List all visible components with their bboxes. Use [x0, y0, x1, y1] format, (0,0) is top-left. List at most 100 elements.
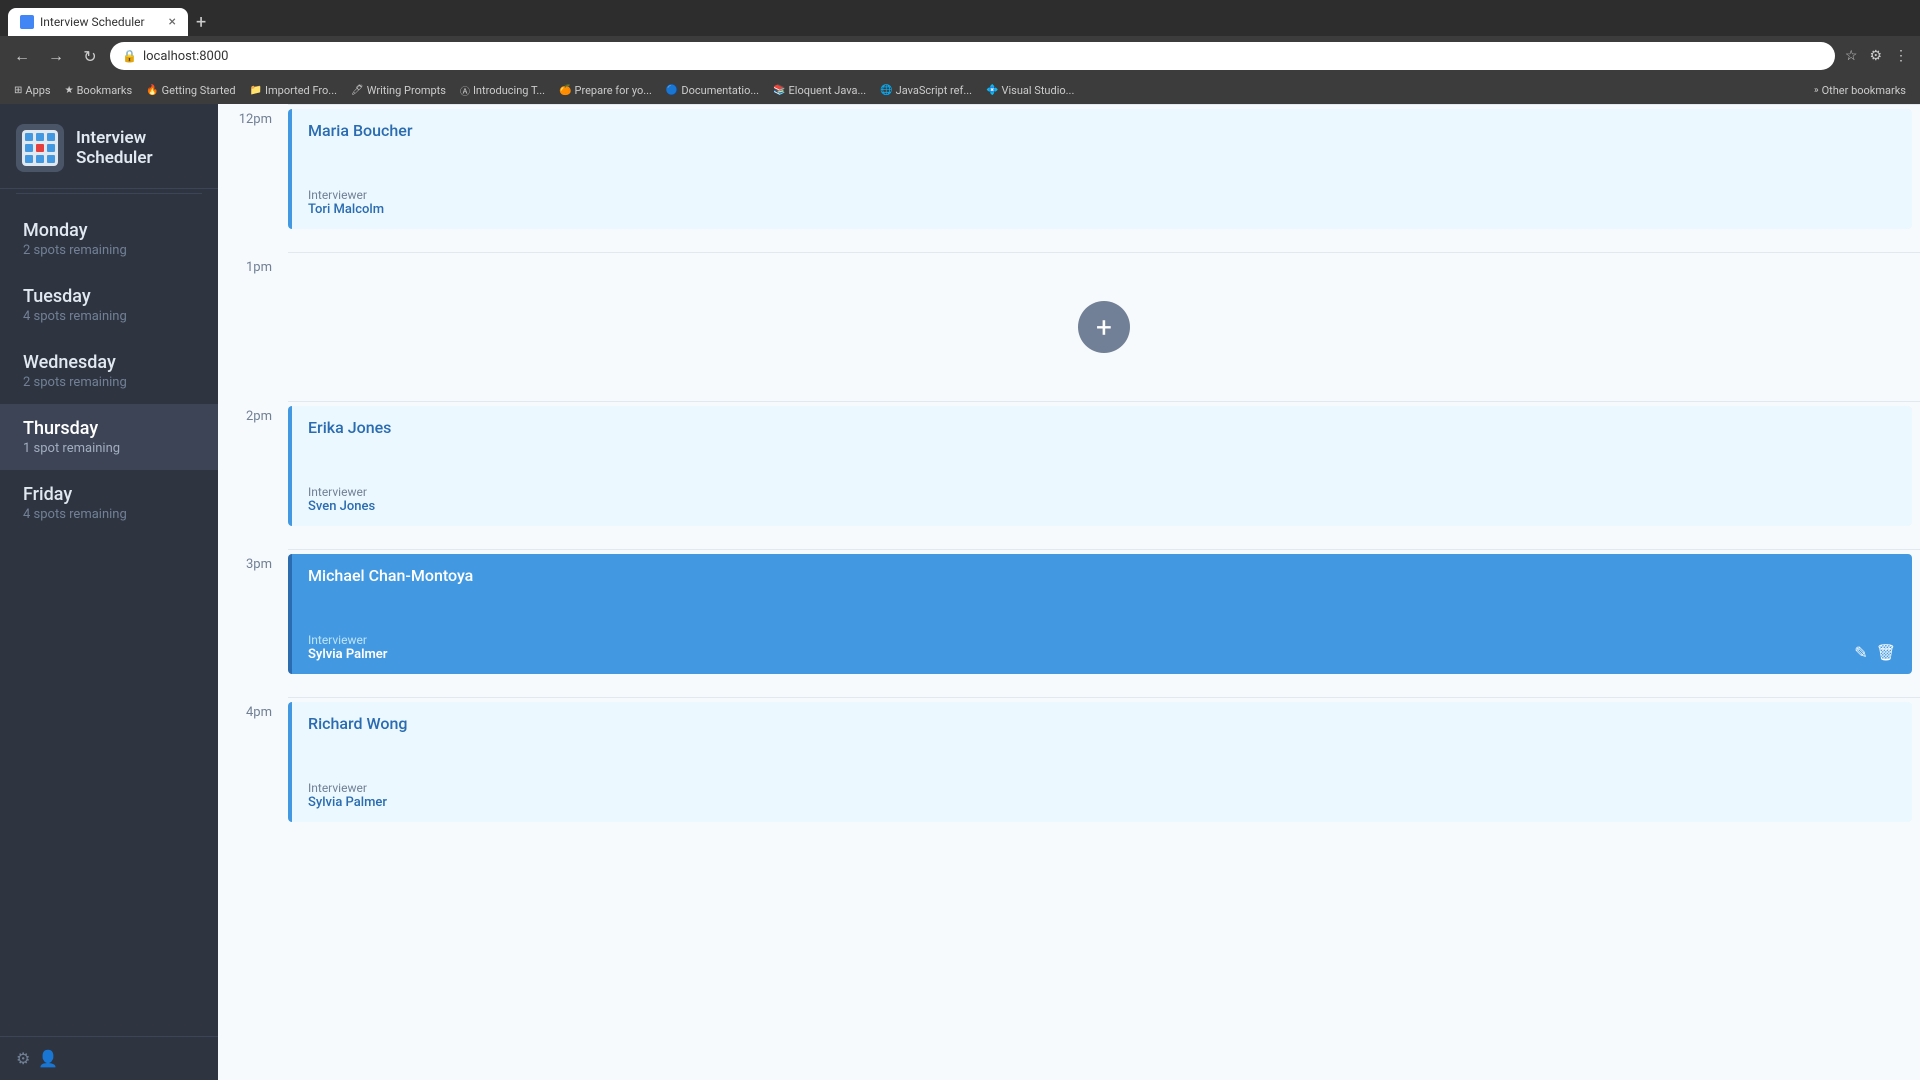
candidate-name-maria: Maria Boucher: [308, 121, 1896, 140]
bookmark-star-icon[interactable]: ☆: [1841, 44, 1862, 68]
tab-favicon: [20, 15, 34, 29]
bookmark-other[interactable]: » Other bookmarks: [1808, 82, 1912, 99]
sidebar-footer: ⚙ 👤: [0, 1036, 218, 1080]
friday-label: Friday: [23, 484, 198, 505]
interviewer-label-richard: Interviewer: [308, 781, 1896, 795]
interview-card-maria[interactable]: Maria Boucher Interviewer Tori Malcolm: [288, 109, 1912, 229]
time-label-2pm: 2pm: [218, 401, 288, 424]
card-actions-michael: ✎ 🗑: [1854, 643, 1896, 662]
refresh-button[interactable]: ↻: [76, 42, 104, 70]
url-text: localhost:8000: [143, 49, 229, 64]
sidebar-item-wednesday[interactable]: Wednesday 2 spots remaining: [0, 338, 218, 404]
lock-icon: 🔒: [122, 49, 137, 63]
interviewer-label-maria: Interviewer: [308, 188, 1896, 202]
wednesday-label: Wednesday: [23, 352, 198, 373]
tab-bar: Interview Scheduler × +: [0, 0, 1920, 36]
add-interview-button[interactable]: +: [1078, 301, 1130, 353]
edit-interview-button[interactable]: ✎: [1854, 643, 1867, 662]
bookmark-documentation[interactable]: 🔵 Documentatio...: [660, 82, 765, 99]
time-content-12pm: Maria Boucher Interviewer Tori Malcolm: [288, 104, 1920, 252]
schedule-area: 12pm Maria Boucher Interviewer Tori Malc…: [218, 104, 1920, 1080]
time-label-3pm: 3pm: [218, 549, 288, 572]
time-slot-3pm: 3pm Michael Chan-Montoya Interviewer Syl…: [218, 549, 1920, 697]
pen-icon: 🖊: [351, 85, 364, 96]
interview-card-michael[interactable]: Michael Chan-Montoya Interviewer Sylvia …: [288, 554, 1912, 674]
time-content-2pm: Erika Jones Interviewer Sven Jones: [288, 401, 1920, 549]
back-button[interactable]: ←: [8, 42, 36, 70]
delete-interview-button[interactable]: 🗑: [1876, 643, 1896, 662]
star-icon: ★: [65, 85, 74, 96]
bookmark-introducing[interactable]: Ⓐ Introducing T...: [454, 81, 551, 100]
browser-chrome: Interview Scheduler × + ← → ↻ 🔒 localhos…: [0, 0, 1920, 104]
app-title-line1: Interview: [76, 128, 153, 148]
thursday-label: Thursday: [23, 418, 198, 439]
candidate-name-michael: Michael Chan-Montoya: [308, 566, 1896, 585]
circle-icon: 🔵: [666, 85, 678, 96]
bookmark-prepare[interactable]: 🍊 Prepare for yo...: [553, 82, 658, 99]
bookmark-javascript[interactable]: 🌐 JavaScript ref...: [874, 82, 978, 99]
wednesday-spots: 2 spots remaining: [23, 375, 198, 390]
bookmark-eloquent[interactable]: 📚 Eloquent Java...: [767, 82, 872, 99]
book-icon: 📚: [773, 85, 785, 96]
sidebar-item-friday[interactable]: Friday 4 spots remaining: [0, 470, 218, 536]
a-icon: Ⓐ: [460, 83, 470, 98]
time-slot-12pm: 12pm Maria Boucher Interviewer Tori Malc…: [218, 104, 1920, 252]
interviewer-label-michael: Interviewer: [308, 633, 387, 647]
time-content-1pm: +: [288, 252, 1920, 401]
active-tab[interactable]: Interview Scheduler ×: [8, 8, 188, 36]
app-title-line2: Scheduler: [76, 148, 153, 168]
nav-icons: ☆ ⚙ ⋮: [1841, 44, 1912, 68]
tab-title: Interview Scheduler: [40, 15, 163, 29]
thursday-spots: 1 spot remaining: [23, 441, 198, 456]
main-content: 12pm Maria Boucher Interviewer Tori Malc…: [218, 104, 1920, 1080]
monday-spots: 2 spots remaining: [23, 243, 198, 258]
extensions-icon[interactable]: ⚙: [1865, 44, 1886, 68]
folder-icon: 📁: [250, 85, 262, 96]
sidebar-item-thursday[interactable]: Thursday 1 spot remaining: [0, 404, 218, 470]
bookmark-vscode[interactable]: 💠 Visual Studio...: [980, 82, 1080, 99]
settings-icon[interactable]: ⚙: [16, 1049, 30, 1068]
time-content-3pm: Michael Chan-Montoya Interviewer Sylvia …: [288, 549, 1920, 697]
bookmark-getting-started[interactable]: 🔥 Getting Started: [140, 82, 241, 99]
friday-spots: 4 spots remaining: [23, 507, 198, 522]
bookmarks-bar: ⊞ Apps ★ Bookmarks 🔥 Getting Started 📁 I…: [0, 76, 1920, 104]
interview-card-erika[interactable]: Erika Jones Interviewer Sven Jones: [288, 406, 1912, 526]
sidebar-nav: Monday 2 spots remaining Tuesday 4 spots…: [0, 198, 218, 1036]
bookmark-apps[interactable]: ⊞ Apps: [8, 82, 57, 99]
time-label-1pm: 1pm: [218, 252, 288, 275]
new-tab-button[interactable]: +: [188, 12, 214, 33]
sidebar: Interview Scheduler Monday 2 spots remai…: [0, 104, 218, 1080]
tuesday-spots: 4 spots remaining: [23, 309, 198, 324]
diamond-icon: 💠: [986, 85, 998, 96]
time-slot-4pm: 4pm Richard Wong Interviewer Sylvia Palm…: [218, 697, 1920, 845]
bookmark-imported[interactable]: 📁 Imported Fro...: [244, 82, 343, 99]
address-bar[interactable]: 🔒 localhost:8000: [110, 42, 1835, 70]
forward-button[interactable]: →: [42, 42, 70, 70]
interview-card-richard[interactable]: Richard Wong Interviewer Sylvia Palmer: [288, 702, 1912, 822]
time-content-4pm: Richard Wong Interviewer Sylvia Palmer: [288, 697, 1920, 845]
sidebar-item-monday[interactable]: Monday 2 spots remaining: [0, 206, 218, 272]
sidebar-item-tuesday[interactable]: Tuesday 4 spots remaining: [0, 272, 218, 338]
time-slot-2pm: 2pm Erika Jones Interviewer Sven Jones: [218, 401, 1920, 549]
sidebar-header: Interview Scheduler: [0, 104, 218, 189]
interviewer-label-erika: Interviewer: [308, 485, 1896, 499]
tab-close-button[interactable]: ×: [169, 14, 176, 30]
bookmark-writing-prompts[interactable]: 🖊 Writing Prompts: [345, 82, 452, 99]
app-logo: [16, 124, 64, 172]
interviewer-name-maria: Tori Malcolm: [308, 202, 1896, 217]
globe-icon: 🌐: [880, 85, 892, 96]
chevron-right-icon: »: [1814, 85, 1819, 96]
menu-icon[interactable]: ⋮: [1890, 44, 1912, 68]
interviewer-name-michael: Sylvia Palmer: [308, 647, 387, 662]
fire-icon: 🔥: [146, 85, 158, 96]
time-label-4pm: 4pm: [218, 697, 288, 720]
time-slot-1pm: 1pm +: [218, 252, 1920, 401]
apps-icon: ⊞: [14, 85, 22, 96]
bookmark-bookmarks[interactable]: ★ Bookmarks: [59, 82, 139, 99]
candidate-name-richard: Richard Wong: [308, 714, 1896, 733]
interviewer-name-richard: Sylvia Palmer: [308, 795, 1896, 810]
monday-label: Monday: [23, 220, 198, 241]
app-container: Interview Scheduler Monday 2 spots remai…: [0, 104, 1920, 1080]
user-icon[interactable]: 👤: [38, 1049, 58, 1068]
nav-bar: ← → ↻ 🔒 localhost:8000 ☆ ⚙ ⋮: [0, 36, 1920, 76]
